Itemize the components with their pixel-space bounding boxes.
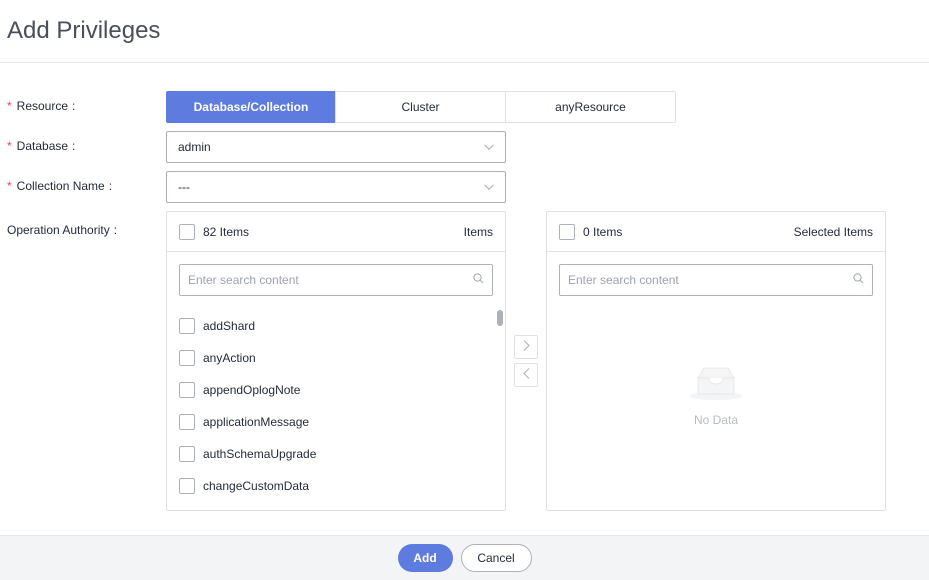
item-checkbox[interactable]: [179, 318, 195, 334]
source-search-placeholder: Enter search content: [188, 273, 299, 287]
chevron-down-icon: [484, 142, 494, 152]
item-checkbox[interactable]: [179, 478, 195, 494]
collection-name-label: * Collection Name:: [7, 179, 113, 193]
empty-inbox-icon: [688, 362, 744, 405]
list-item[interactable]: appendOplogNote: [179, 374, 489, 406]
cancel-button[interactable]: Cancel: [460, 544, 532, 572]
resource-option-anyresource[interactable]: anyResource: [505, 91, 676, 123]
empty-state-text: No Data: [693, 413, 739, 427]
source-select-all-checkbox[interactable]: [179, 223, 195, 240]
target-panel-title: Selected Items: [793, 224, 873, 239]
chevron-left-icon: [522, 368, 530, 382]
collection-name-select[interactable]: ---: [166, 171, 506, 203]
transfer-target-panel: 0 Items Selected Items Enter search cont…: [546, 211, 886, 511]
dialog-title: Add Privileges: [7, 17, 161, 44]
list-item[interactable]: changeCustomData: [179, 470, 489, 502]
target-select-all-checkbox[interactable]: [559, 223, 575, 240]
chevron-right-icon: [523, 340, 530, 354]
move-right-button[interactable]: [514, 335, 538, 359]
target-search-input[interactable]: Enter search content: [559, 264, 873, 296]
add-button[interactable]: Add: [397, 544, 453, 572]
database-select[interactable]: admin: [166, 131, 506, 163]
list-item[interactable]: applicationMessage: [179, 406, 489, 438]
source-list-scrollbar[interactable]: [497, 310, 503, 326]
required-asterisk: *: [7, 139, 12, 153]
item-checkbox[interactable]: [179, 350, 195, 366]
move-left-button[interactable]: [514, 363, 538, 387]
chevron-down-icon: [484, 182, 494, 192]
resource-label: * Resource:: [7, 99, 76, 113]
title-divider: [0, 62, 929, 63]
target-item-count: 0 Items: [583, 224, 623, 239]
list-item-partial[interactable]: [179, 502, 489, 511]
item-checkbox[interactable]: [179, 382, 195, 398]
source-item-list: addShard anyAction appendOplogNote appli…: [179, 310, 489, 511]
transfer-source-panel: 82 Items Items Enter search content addS…: [166, 211, 506, 511]
resource-option-cluster[interactable]: Cluster: [335, 91, 506, 123]
target-panel-header: 0 Items Selected Items: [547, 212, 885, 252]
empty-state: No Data: [547, 362, 885, 427]
list-item[interactable]: addShard: [179, 310, 489, 342]
required-asterisk: *: [7, 179, 12, 193]
source-item-count: 82 Items: [203, 224, 250, 239]
source-search-input[interactable]: Enter search content: [179, 264, 493, 296]
resource-option-database-collection[interactable]: Database/Collection: [166, 91, 336, 123]
operation-authority-label: Operation Authority:: [7, 223, 118, 237]
required-asterisk: *: [7, 99, 12, 113]
collection-select-value: ---: [178, 180, 190, 194]
search-icon: [853, 273, 864, 287]
item-checkbox[interactable]: [179, 446, 195, 462]
database-label: * Database:: [7, 139, 76, 153]
list-item[interactable]: authSchemaUpgrade: [179, 438, 489, 470]
database-select-value: admin: [178, 140, 211, 154]
target-search-placeholder: Enter search content: [568, 273, 679, 287]
list-item[interactable]: anyAction: [179, 342, 489, 374]
resource-segmented-control: Database/Collection Cluster anyResource: [166, 91, 676, 123]
item-checkbox[interactable]: [179, 414, 195, 430]
dialog-footer: Add Cancel: [0, 535, 929, 580]
source-panel-title: Items: [463, 224, 493, 239]
source-panel-header: 82 Items Items: [167, 212, 505, 252]
search-icon: [473, 273, 484, 287]
item-checkbox[interactable]: [179, 510, 195, 511]
